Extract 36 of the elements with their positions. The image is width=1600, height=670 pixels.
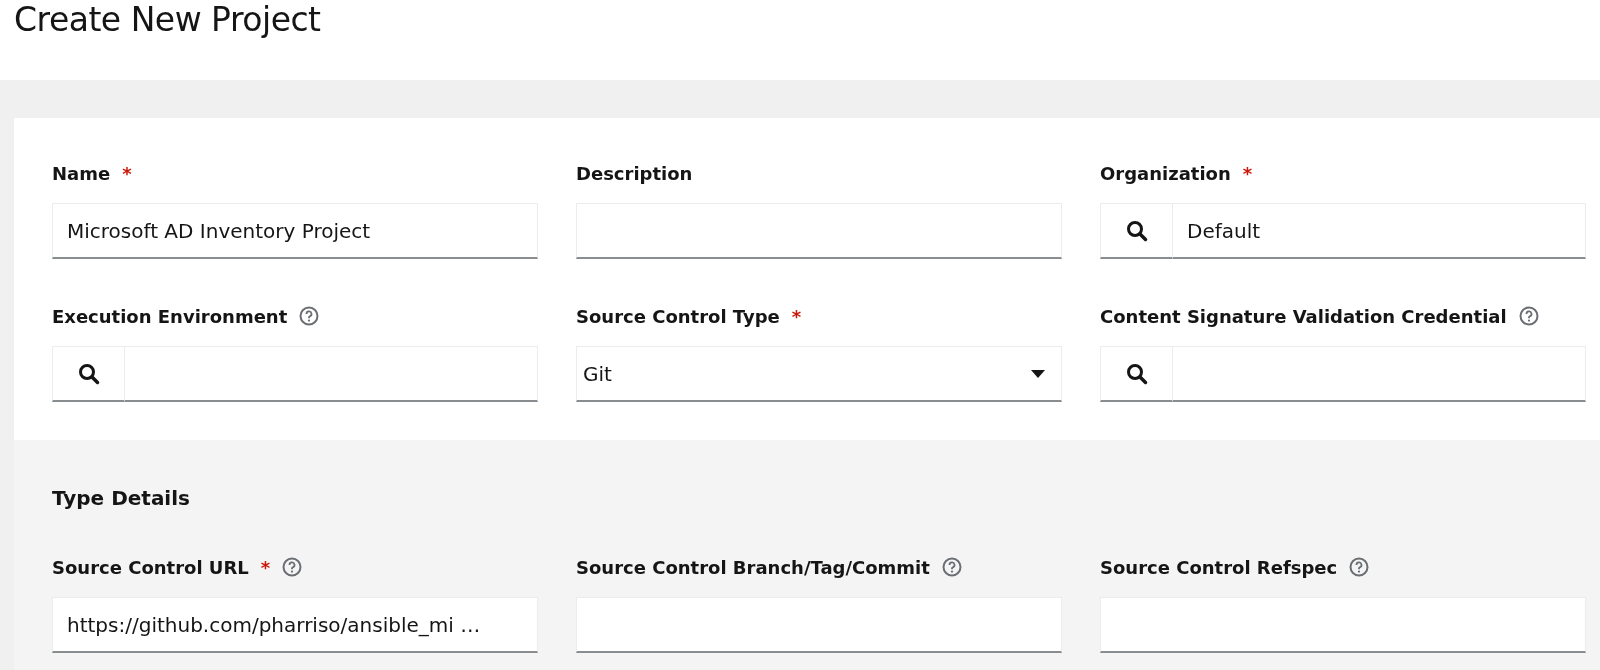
required-mark: *: [122, 162, 132, 184]
caret-icon: [1031, 369, 1045, 378]
field-label: Execution Environment: [52, 305, 288, 327]
field-label: Source Control Refspec: [1100, 556, 1338, 578]
field-label: Source Control URL: [52, 556, 249, 578]
search-button[interactable]: [1100, 346, 1173, 402]
search-icon: [77, 362, 100, 385]
text-field[interactable]: [1100, 597, 1586, 653]
help-icon[interactable]: [941, 557, 962, 577]
lookup-field[interactable]: [125, 346, 538, 402]
search-icon: [1125, 219, 1148, 242]
text-field[interactable]: [576, 597, 1062, 653]
text-field[interactable]: [576, 203, 1062, 259]
field-label: Content Signature Validation Credential: [1100, 305, 1507, 327]
section-heading: Type Details: [52, 485, 191, 512]
page-title: Create New Project: [14, 0, 321, 40]
required-mark: *: [260, 556, 271, 578]
select-dropdown[interactable]: Git: [576, 346, 1062, 402]
help-icon[interactable]: [299, 306, 320, 326]
help-icon[interactable]: [1349, 557, 1370, 577]
text-field[interactable]: Microsoft AD Inventory Project: [52, 203, 538, 259]
required-mark: *: [791, 305, 802, 327]
lookup-field[interactable]: Default: [1173, 203, 1586, 259]
required-mark: *: [1242, 162, 1253, 184]
field-label: Source Control Type: [576, 305, 780, 327]
search-icon: [1125, 362, 1148, 385]
search-button[interactable]: [1100, 203, 1173, 259]
field-label: Description: [576, 162, 693, 184]
text-field[interactable]: https://github.com/pharriso/ansible_mi …: [52, 597, 538, 653]
lookup-field[interactable]: [1173, 346, 1586, 402]
field-label: Source Control Branch/Tag/Commit: [576, 556, 930, 578]
field-label: Organization: [1100, 162, 1231, 184]
field-label: Name: [52, 162, 111, 184]
help-icon[interactable]: [282, 557, 303, 577]
search-button[interactable]: [52, 346, 125, 402]
help-icon[interactable]: [1518, 306, 1539, 326]
